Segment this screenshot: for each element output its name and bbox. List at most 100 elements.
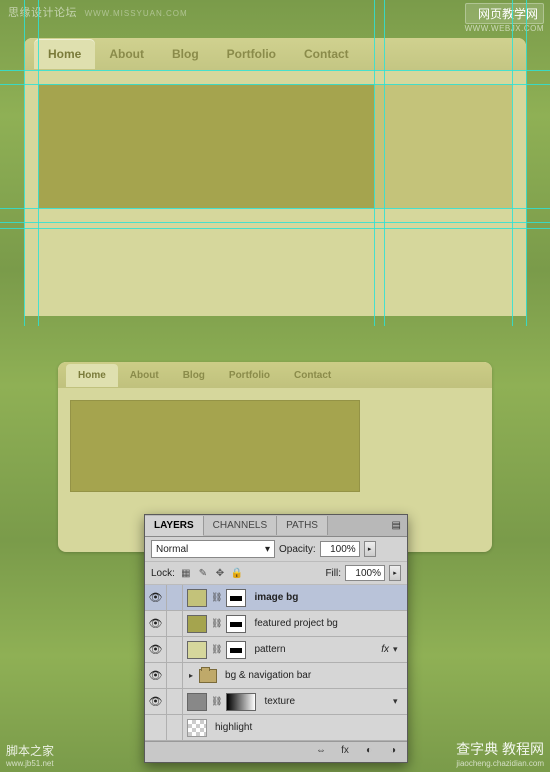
- layer-thumbnails: ⛓: [183, 693, 260, 711]
- visibility-eye-icon[interactable]: [145, 715, 167, 740]
- nav-tab-contact[interactable]: Contact: [282, 364, 343, 387]
- link-column: [167, 663, 183, 688]
- link-chain-icon: ⛓: [211, 592, 222, 603]
- layer-thumbnails: [183, 719, 211, 737]
- effects-chevron-icon[interactable]: ▾: [393, 644, 407, 655]
- layer-mask-thumbnail: [226, 589, 246, 607]
- nav-tab-portfolio[interactable]: Portfolio: [213, 39, 290, 69]
- visibility-eye-icon[interactable]: 👁: [145, 611, 167, 636]
- empty-layer-thumbnail: [187, 719, 207, 737]
- visibility-eye-icon[interactable]: 👁: [145, 637, 167, 662]
- content-section: [38, 228, 512, 316]
- link-column: [167, 689, 183, 714]
- wm-url: jiaocheng.chazidian.com: [456, 759, 544, 768]
- visibility-eye-icon[interactable]: 👁: [145, 585, 167, 610]
- layer-thumbnails: ▸: [183, 669, 221, 683]
- layers-list: 👁 ⛓ image bg 👁 ⛓ featured project bg 👁 ⛓ pattern…: [145, 585, 407, 741]
- layer-thumbnail: [187, 589, 207, 607]
- link-chain-icon: ⛓: [211, 696, 222, 707]
- wm-url: WWW.WEBJX.COM: [465, 24, 544, 33]
- layer-mask-thumbnail: [226, 641, 246, 659]
- layer-row[interactable]: 👁 ⛓ featured project bg: [145, 611, 407, 637]
- tab-channels[interactable]: CHANNELS: [204, 516, 277, 535]
- layer-name[interactable]: featured project bg: [250, 618, 407, 629]
- link-chain-icon: ⛓: [211, 618, 222, 629]
- nav-tab-portfolio[interactable]: Portfolio: [217, 364, 282, 387]
- layer-effects-icon[interactable]: fx: [381, 644, 393, 655]
- navbar: HomeAboutBlogPortfolioContact: [58, 362, 492, 388]
- nav-tab-about[interactable]: About: [118, 364, 171, 387]
- wm-url: www.jb51.net: [6, 759, 54, 768]
- wm-text: 思缘设计论坛: [8, 7, 77, 19]
- adjustment-layer-icon[interactable]: ◑: [385, 745, 401, 759]
- layer-row[interactable]: 👁 ⛓ texture▾: [145, 689, 407, 715]
- layer-name[interactable]: highlight: [211, 722, 407, 733]
- nav-tab-about[interactable]: About: [95, 39, 158, 69]
- layer-style-icon[interactable]: fx: [337, 745, 353, 759]
- panel-footer: ⇔ fx ◐ ◑: [145, 741, 407, 762]
- visibility-eye-icon[interactable]: 👁: [145, 663, 167, 688]
- layer-thumbnails: ⛓: [183, 589, 250, 607]
- watermark-bottom-left: 脚本之家 www.jb51.net: [6, 742, 54, 768]
- lock-transparency-icon[interactable]: ▦: [179, 568, 193, 579]
- layer-thumbnails: ⛓: [183, 615, 250, 633]
- nav-tab-blog[interactable]: Blog: [158, 39, 213, 69]
- layer-thumbnail: [187, 693, 207, 711]
- layer-name[interactable]: texture: [260, 696, 393, 707]
- disclosure-triangle-icon[interactable]: ▸: [187, 671, 195, 680]
- navbar: HomeAboutBlogPortfolioContact: [24, 38, 526, 70]
- lock-position-icon[interactable]: ✥: [213, 568, 227, 579]
- layer-name[interactable]: image bg: [250, 592, 407, 603]
- layer-thumbnails: ⛓: [183, 641, 250, 659]
- effects-chevron-icon[interactable]: ▾: [393, 696, 407, 707]
- link-column: [167, 637, 183, 662]
- link-layers-icon[interactable]: ⇔: [313, 745, 329, 759]
- layer-thumbnail: [187, 641, 207, 659]
- lock-icons: ▦ ✎ ✥ 🔒: [179, 568, 244, 579]
- panel-tab-strip: LAYERS CHANNELS PATHS ▤: [145, 515, 407, 537]
- layer-row[interactable]: 👁 ⛓ image bg: [145, 585, 407, 611]
- nav-tab-home[interactable]: Home: [34, 39, 95, 69]
- featured-project-block: [38, 84, 374, 208]
- nav-tab-contact[interactable]: Contact: [290, 39, 363, 69]
- lock-label: Lock:: [151, 568, 175, 579]
- layers-panel: LAYERS CHANNELS PATHS ▤ Normal ▾ Opacity…: [144, 514, 408, 763]
- layer-thumbnail: [187, 615, 207, 633]
- opacity-flyout-icon[interactable]: ▸: [364, 541, 376, 557]
- wm-box: 网页教学网: [465, 3, 544, 24]
- tab-paths[interactable]: PATHS: [277, 516, 328, 535]
- lock-all-icon[interactable]: 🔒: [230, 568, 244, 579]
- layer-row[interactable]: highlight: [145, 715, 407, 741]
- panel-menu-icon[interactable]: ▤: [392, 520, 401, 531]
- visibility-eye-icon[interactable]: 👁: [145, 689, 167, 714]
- layer-mask-thumbnail: [226, 615, 246, 633]
- layer-row[interactable]: 👁 ▸ bg & navigation bar: [145, 663, 407, 689]
- lock-pixels-icon[interactable]: ✎: [196, 568, 210, 579]
- link-chain-icon: ⛓: [211, 644, 222, 655]
- folder-icon: [199, 669, 217, 683]
- tab-layers[interactable]: LAYERS: [145, 516, 204, 536]
- fill-flyout-icon[interactable]: ▸: [389, 565, 401, 581]
- link-column: [167, 715, 183, 740]
- wm-text: 脚本之家: [6, 742, 54, 759]
- watermark-bottom-right: 查字典 教程网 jiaocheng.chazidian.com: [456, 739, 544, 768]
- layer-mask-icon[interactable]: ◐: [361, 745, 377, 759]
- gradient-thumbnail: [226, 693, 256, 711]
- nav-tab-home[interactable]: Home: [66, 364, 118, 387]
- hero-row: [38, 84, 512, 208]
- link-column: [167, 611, 183, 636]
- fill-label: Fill:: [325, 568, 341, 579]
- chevron-down-icon: ▾: [265, 544, 270, 555]
- fill-input[interactable]: 100%: [345, 565, 385, 581]
- layer-name[interactable]: pattern: [250, 644, 381, 655]
- watermark-top-left: 思缘设计论坛 WWW.MISSYUAN.COM: [8, 4, 188, 20]
- nav-tab-blog[interactable]: Blog: [171, 364, 217, 387]
- blend-mode-value: Normal: [156, 544, 188, 555]
- featured-project-block: [70, 400, 360, 492]
- link-column: [167, 585, 183, 610]
- blend-mode-select[interactable]: Normal ▾: [151, 540, 275, 558]
- opacity-input[interactable]: 100%: [320, 541, 360, 557]
- layer-row[interactable]: 👁 ⛓ patternfx▾: [145, 637, 407, 663]
- blend-opacity-row: Normal ▾ Opacity: 100% ▸: [145, 537, 407, 562]
- layer-name[interactable]: bg & navigation bar: [221, 670, 407, 681]
